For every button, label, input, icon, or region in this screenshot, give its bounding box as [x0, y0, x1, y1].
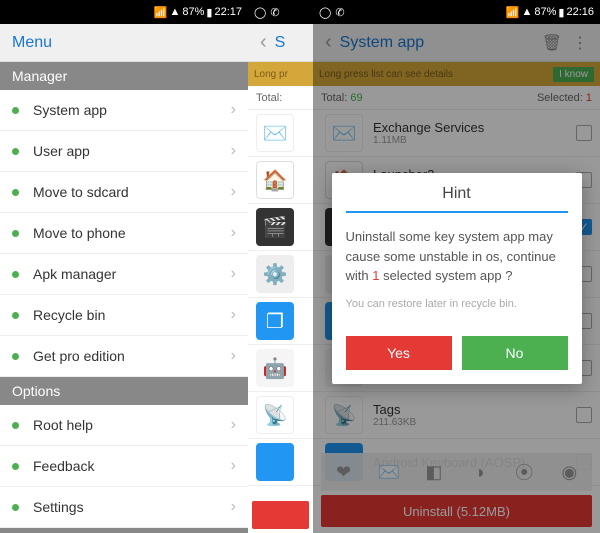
item-root[interactable]: Root help› [0, 405, 248, 446]
home-icon: 🏠 [256, 161, 294, 199]
battery-icon: ▮ [206, 6, 212, 19]
item-apk-mgr[interactable]: Apk manager› [0, 254, 248, 295]
chevron-right-icon: › [231, 498, 236, 516]
chevron-right-icon: › [231, 416, 236, 434]
back-icon[interactable]: ‹ [260, 31, 267, 54]
hint-text: Long pr [254, 69, 288, 80]
item-label: System app [33, 102, 231, 118]
no-button[interactable]: No [462, 336, 568, 370]
bullet-icon [12, 504, 19, 511]
item-system-app[interactable]: System app› [0, 90, 248, 131]
phone-icon: ✆ [335, 6, 344, 19]
item-label: Root help [33, 417, 231, 433]
sliver-row[interactable]: ❐ [248, 298, 313, 345]
sliver-row[interactable] [248, 439, 313, 486]
dialog-title: Hint [346, 173, 568, 213]
status-bar-3: ◯ ✆ 📶 ▲ 87% ▮ 22:16 [313, 0, 600, 24]
chevron-right-icon: › [231, 224, 236, 242]
chevron-right-icon: › [231, 457, 236, 475]
system-app-panel: ◯✆ 📶 ▲ 87% ▮ 22:16 ‹ System app 🗑 ⋮ Long… [313, 0, 600, 533]
item-move-phone[interactable]: Move to phone› [0, 213, 248, 254]
menu-header: Menu [0, 24, 248, 62]
sliver-panel: ◯✆ ‹ S Long pr Total: ✉️ 🏠 🎬 ⚙️ ❐ 🤖 📡 [248, 0, 313, 533]
uninstall-button-partial[interactable] [252, 501, 309, 529]
item-label: Move to sdcard [33, 184, 231, 200]
item-user-app[interactable]: User app› [0, 131, 248, 172]
phone-icon: ✆ [270, 6, 279, 19]
sliver-row[interactable]: ⚙️ [248, 251, 313, 298]
chevron-right-icon: › [231, 347, 236, 365]
clock-1: 22:17 [214, 6, 242, 18]
item-label: Apk manager [33, 266, 231, 282]
copy-icon: ❐ [256, 302, 294, 340]
battery-text: 87% [182, 6, 204, 18]
status-bar-2: ◯✆ [248, 0, 313, 24]
item-label: Feedback [33, 458, 231, 474]
status-bar-1: 📶 ▲ 87% ▮ 22:17 [0, 0, 248, 24]
clapper-icon: 🎬 [256, 208, 294, 246]
item-label: Move to phone [33, 225, 231, 241]
bullet-icon [12, 189, 19, 196]
sliver-row[interactable]: 🤖 [248, 345, 313, 392]
item-feedback[interactable]: Feedback› [0, 446, 248, 487]
chevron-right-icon: › [231, 183, 236, 201]
sliver-row[interactable]: ✉️ [248, 110, 313, 157]
item-settings[interactable]: Settings› [0, 487, 248, 528]
sliver-countbar: Total: [248, 86, 313, 110]
item-move-sd[interactable]: Move to sdcard› [0, 172, 248, 213]
bullet-icon [12, 312, 19, 319]
section-options: Options [0, 377, 248, 405]
wifi-icon: 📶 [154, 6, 168, 19]
total-label: Total: [256, 92, 282, 104]
bullet-icon [12, 463, 19, 470]
clock-3: 22:16 [566, 6, 594, 18]
item-label: Settings [33, 499, 231, 515]
dialog-subtext: You can restore later in recycle bin. [346, 296, 568, 313]
android-icon: 🤖 [256, 349, 294, 387]
menu-title: Menu [12, 34, 52, 52]
item-pro[interactable]: Get pro edition› [0, 336, 248, 377]
chevron-right-icon: › [231, 265, 236, 283]
section-support: Support [0, 528, 248, 533]
bullet-icon [12, 271, 19, 278]
item-label: User app [33, 143, 231, 159]
sliver-header: ‹ S [248, 24, 313, 62]
item-recycle[interactable]: Recycle bin› [0, 295, 248, 336]
battery-text: 87% [534, 6, 556, 18]
app-icon [256, 443, 294, 481]
bullet-icon [12, 422, 19, 429]
sliver-row[interactable]: 🎬 [248, 204, 313, 251]
bullet-icon [12, 353, 19, 360]
bullet-icon [12, 230, 19, 237]
nfc-icon: 📡 [256, 396, 294, 434]
section-manager: Manager [0, 62, 248, 90]
item-label: Get pro edition [33, 348, 231, 364]
mail-icon: ✉️ [256, 114, 294, 152]
sliver-title: S [275, 34, 286, 52]
bullet-icon [12, 107, 19, 114]
modal-overlay: Hint Uninstall some key system app may c… [313, 24, 600, 533]
wifi-icon: 📶 [506, 6, 520, 19]
item-label: Recycle bin [33, 307, 231, 323]
dialog-text: selected system app ? [379, 268, 512, 283]
bullet-icon [12, 148, 19, 155]
sliver-row[interactable]: 🏠 [248, 157, 313, 204]
chevron-right-icon: › [231, 142, 236, 160]
battery-icon: ▮ [558, 6, 564, 19]
sliver-row[interactable]: 📡 [248, 392, 313, 439]
chevron-right-icon: › [231, 101, 236, 119]
signal-icon: ▲ [521, 6, 532, 18]
dialog-body: Uninstall some key system app may cause … [332, 213, 582, 326]
gear-icon: ⚙️ [256, 255, 294, 293]
sliver-hintbar: Long pr [248, 62, 313, 86]
chevron-right-icon: › [231, 306, 236, 324]
camera-icon: ◯ [319, 6, 331, 19]
camera-icon: ◯ [254, 6, 266, 19]
hint-dialog: Hint Uninstall some key system app may c… [332, 173, 582, 384]
yes-button[interactable]: Yes [346, 336, 452, 370]
menu-panel: 📶 ▲ 87% ▮ 22:17 Menu Manager System app›… [0, 0, 248, 533]
signal-icon: ▲ [169, 6, 180, 18]
